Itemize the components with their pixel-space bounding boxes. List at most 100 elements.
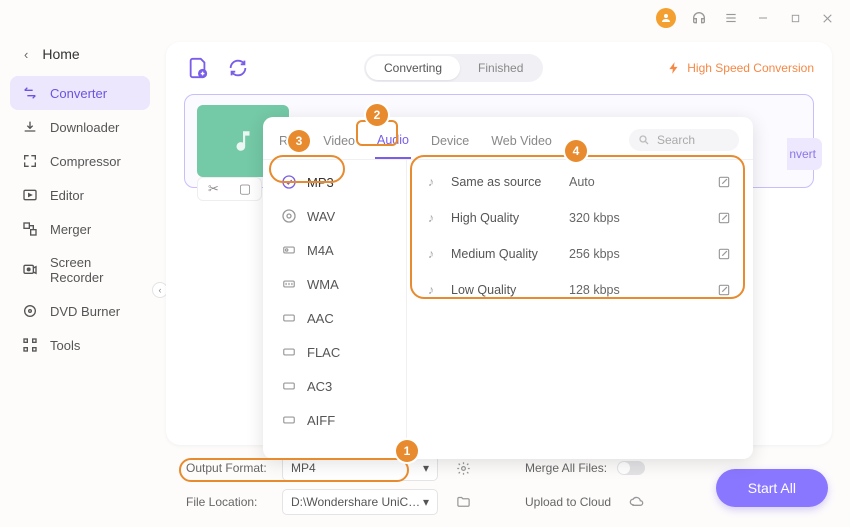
quality-low[interactable]: ♪Low Quality128 kbps xyxy=(407,272,753,308)
sidebar-item-screen-recorder[interactable]: Screen Recorder xyxy=(10,246,150,294)
audio-format-icon xyxy=(281,208,297,224)
music-icon: ♪ xyxy=(423,174,439,190)
callout-3: 3 xyxy=(288,130,310,152)
edit-preset-icon[interactable] xyxy=(717,175,731,189)
format-ac3[interactable]: AC3 xyxy=(271,370,398,402)
edit-preset-icon[interactable] xyxy=(717,247,731,261)
popup-tab-device[interactable]: Device xyxy=(429,128,471,158)
upload-label: Upload to Cloud xyxy=(525,495,611,509)
music-icon: ♪ xyxy=(423,246,439,262)
high-speed-link[interactable]: High Speed Conversion xyxy=(667,61,814,75)
format-label: WMA xyxy=(307,277,339,292)
chevron-left-icon: ‹ xyxy=(24,47,28,62)
sidebar-label: Compressor xyxy=(50,154,121,169)
quality-rate: 320 kbps xyxy=(569,211,717,225)
tab-finished[interactable]: Finished xyxy=(460,56,541,80)
format-label: AAC xyxy=(307,311,334,326)
topbar: Converting Finished High Speed Conversio… xyxy=(166,42,832,94)
format-flac[interactable]: FLAC xyxy=(271,336,398,368)
close-icon[interactable] xyxy=(818,9,836,27)
compress-icon xyxy=(22,153,38,169)
search-placeholder: Search xyxy=(657,133,695,147)
sidebar-label: Tools xyxy=(50,338,80,353)
format-wma[interactable]: WMA xyxy=(271,268,398,300)
popup-tab-audio[interactable]: Audio xyxy=(375,127,411,159)
quality-same-as-source[interactable]: ♪ Same as sourceAuto xyxy=(407,164,753,200)
audio-format-icon xyxy=(281,276,297,292)
quality-name: Same as source xyxy=(451,175,569,189)
sidebar-label: Downloader xyxy=(50,120,119,135)
file-location-label: File Location: xyxy=(186,495,272,509)
dvd-icon xyxy=(22,303,38,319)
sidebar-item-editor[interactable]: Editor xyxy=(10,178,150,212)
add-file-icon[interactable] xyxy=(184,56,212,80)
sidebar-item-tools[interactable]: Tools xyxy=(10,328,150,362)
sidebar-item-compressor[interactable]: Compressor xyxy=(10,144,150,178)
cloud-icon[interactable] xyxy=(629,494,645,510)
format-list: MP3 WAV M4A WMA AAC FLAC AC3 AIFF xyxy=(263,160,407,459)
crop-icon[interactable]: ▢ xyxy=(239,181,251,197)
sidebar-item-dvd-burner[interactable]: DVD Burner xyxy=(10,294,150,328)
minimize-icon[interactable] xyxy=(754,9,772,27)
quality-rate: Auto xyxy=(569,175,717,189)
tab-converting[interactable]: Converting xyxy=(366,56,460,80)
check-circle-icon xyxy=(281,174,297,190)
high-speed-label: High Speed Conversion xyxy=(687,61,814,75)
sidebar-item-downloader[interactable]: Downloader xyxy=(10,110,150,144)
sidebar-item-merger[interactable]: Merger xyxy=(10,212,150,246)
recorder-icon xyxy=(22,262,38,278)
quality-rate: 128 kbps xyxy=(569,283,717,297)
sidebar-label: Screen Recorder xyxy=(50,255,138,285)
file-location-value: D:\Wondershare UniConverter 1 xyxy=(291,495,423,509)
callout-4: 4 xyxy=(565,140,587,162)
format-wav[interactable]: WAV xyxy=(271,200,398,232)
status-tabs: Converting Finished xyxy=(364,54,543,82)
format-aac[interactable]: AAC xyxy=(271,302,398,334)
format-label: M4A xyxy=(307,243,334,258)
merger-icon xyxy=(22,221,38,237)
headset-icon[interactable] xyxy=(690,9,708,27)
scissors-icon[interactable]: ✂ xyxy=(208,181,219,197)
gear-icon[interactable] xyxy=(456,461,471,476)
sidebar-item-converter[interactable]: Converter xyxy=(10,76,150,110)
music-note-icon xyxy=(230,128,256,154)
quality-high[interactable]: ♪High Quality320 kbps xyxy=(407,200,753,236)
audio-format-icon xyxy=(281,310,297,326)
start-all-button[interactable]: Start All xyxy=(716,469,828,507)
menu-icon[interactable] xyxy=(722,9,740,27)
download-icon xyxy=(22,119,38,135)
edit-preset-icon[interactable] xyxy=(717,283,731,297)
user-avatar[interactable] xyxy=(656,8,676,28)
refresh-add-icon[interactable] xyxy=(224,56,252,80)
audio-format-icon xyxy=(281,412,297,428)
popup-tab-video[interactable]: Video xyxy=(321,128,357,158)
bolt-icon xyxy=(667,61,681,75)
format-aiff[interactable]: AIFF xyxy=(271,404,398,436)
popup-search-input[interactable]: Search xyxy=(629,129,739,151)
callout-2: 2 xyxy=(366,104,388,126)
home-link[interactable]: ‹ Home xyxy=(0,38,160,76)
format-popup: Rec Video Audio Device Web Video Search … xyxy=(263,117,753,459)
music-icon: ♪ xyxy=(423,210,439,226)
format-mp3[interactable]: MP3 xyxy=(271,166,398,198)
file-toolstrip: ✂ ▢ xyxy=(197,177,262,201)
convert-button[interactable]: nvert xyxy=(787,138,822,170)
quality-name: Medium Quality xyxy=(451,247,569,261)
merge-toggle[interactable] xyxy=(617,461,645,475)
format-label: WAV xyxy=(307,209,335,224)
chevron-down-icon: ▾ xyxy=(423,461,429,475)
quality-medium[interactable]: ♪ Medium Quality256 kbps xyxy=(407,236,753,272)
merge-label: Merge All Files: xyxy=(525,461,607,475)
maximize-icon[interactable] xyxy=(786,9,804,27)
format-label: MP3 xyxy=(307,175,334,190)
folder-icon[interactable] xyxy=(456,495,471,510)
format-m4a[interactable]: M4A xyxy=(271,234,398,266)
file-location-select[interactable]: D:\Wondershare UniConverter 1 ▾ xyxy=(282,489,438,515)
edit-preset-icon[interactable] xyxy=(717,211,731,225)
format-label: AIFF xyxy=(307,413,335,428)
sidebar-label: DVD Burner xyxy=(50,304,120,319)
quality-rate: 256 kbps xyxy=(569,247,717,261)
music-icon: ♪ xyxy=(423,282,439,298)
callout-1: 1 xyxy=(396,440,418,462)
popup-tab-webvideo[interactable]: Web Video xyxy=(489,128,554,158)
